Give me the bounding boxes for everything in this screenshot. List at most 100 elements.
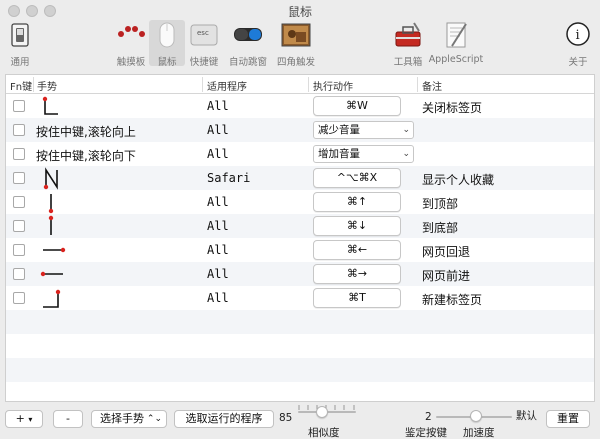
target-app: Safari	[207, 171, 251, 185]
add-gesture-button[interactable]: + ▾	[5, 410, 43, 428]
shortcut-recorder-button[interactable]: ⌘←	[313, 240, 401, 260]
info-icon: i	[562, 20, 594, 50]
fn-key-checkbox[interactable]	[13, 244, 25, 256]
fn-key-checkbox[interactable]	[13, 292, 25, 304]
gesture-description: 按住中键,滚轮向下	[36, 149, 136, 163]
row-note[interactable]: 网页回退	[422, 243, 470, 260]
toolbar-item-hot-corners[interactable]: 四角触发	[272, 20, 320, 68]
left-gesture-icon	[43, 247, 66, 253]
shortcut-recorder-button[interactable]: ⌘T	[313, 288, 401, 308]
hot-corners-icon	[280, 20, 312, 50]
target-app: All	[207, 195, 229, 209]
toolbar-item-shortcuts[interactable]: esc 快捷键	[186, 20, 222, 68]
gesture-table[interactable]: Fn键 手势 适用程序 执行动作 备注 All ⌘W 关闭标签页按住中键,滚轮向上 A…	[5, 74, 595, 402]
column-header-action[interactable]: 执行动作	[313, 78, 353, 93]
down-right-gesture-icon	[42, 96, 58, 115]
toolbar-item-about[interactable]: i 关于	[562, 20, 594, 68]
table-row[interactable]: 按住中键,滚轮向上 All 减少音量 ⌄	[6, 118, 594, 142]
table-row[interactable]: All ⌘→ 网页前进	[6, 262, 594, 286]
similarity-value: 85	[279, 412, 293, 424]
target-app: All	[207, 291, 229, 305]
table-row[interactable]: All ⌘← 网页回退	[6, 238, 594, 262]
shortcut-recorder-button[interactable]: ⌘↑	[313, 192, 401, 212]
toolbar-item-trackpad[interactable]: 触摸板	[112, 20, 150, 68]
toggle-switch-icon	[232, 20, 264, 50]
table-row[interactable]: All ⌘T 新建标签页	[6, 286, 594, 310]
toolbar-item-auto-window[interactable]: 自动跳窗	[224, 20, 272, 68]
speed-label: 加速度	[463, 427, 495, 439]
row-note[interactable]: 显示个人收藏	[422, 171, 494, 188]
remove-gesture-button[interactable]: -	[53, 410, 83, 428]
esc-key-icon: esc	[188, 20, 220, 50]
fn-key-checkbox[interactable]	[13, 220, 25, 232]
fn-key-checkbox[interactable]	[13, 196, 25, 208]
empty-table-row	[6, 334, 594, 358]
fn-key-checkbox[interactable]	[13, 172, 25, 184]
shortcut-recorder-button[interactable]: ^⌥⌘X	[313, 168, 401, 188]
action-select[interactable]: 减少音量 ⌄	[313, 121, 414, 139]
shortcut-recorder-button[interactable]: ⌘↓	[313, 216, 401, 236]
fn-key-checkbox[interactable]	[13, 268, 25, 280]
shortcut-recorder-button[interactable]: ⌘→	[313, 264, 401, 284]
row-note[interactable]: 关闭标签页	[422, 99, 482, 116]
toolbar-item-mouse[interactable]: 鼠标	[149, 20, 185, 68]
column-header-gesture[interactable]: 手势	[37, 78, 57, 93]
fn-key-checkbox[interactable]	[13, 100, 25, 112]
table-row[interactable]: 按住中键,滚轮向下 All 增加音量 ⌄	[6, 142, 594, 166]
chevron-down-icon: ⌄	[402, 125, 410, 135]
toolbar-item-toolbox[interactable]: 工具箱	[390, 20, 426, 68]
select-chevron-icon: ⌃⌄	[146, 414, 162, 424]
trackpad-dots-icon	[115, 20, 147, 50]
empty-table-row	[6, 358, 594, 382]
gesture-description: 按住中键,滚轮向上	[36, 125, 136, 139]
bottom-bar: + ▾ - 选择手势 ⌃⌄ 选取运行的程序 85 相似度 2 鉴定按键 默认 加…	[0, 404, 600, 439]
empty-table-row	[6, 310, 594, 334]
fn-key-checkbox[interactable]	[13, 124, 25, 136]
chevron-down-icon: ⌄	[402, 149, 410, 159]
choose-running-app-button[interactable]: 选取运行的程序	[174, 410, 274, 428]
toolbar-item-applescript[interactable]: AppleScript	[428, 20, 484, 65]
table-header: Fn键 手势 适用程序 执行动作 备注	[6, 75, 594, 94]
toolbox-icon	[392, 20, 424, 50]
row-note[interactable]: 到顶部	[422, 195, 458, 212]
row-note[interactable]: 到底部	[422, 219, 458, 236]
preferences-window: 鼠标 通用 触摸板 鼠标 esc 快捷键 自动跳窗 四角触发 工具箱 Apple…	[0, 0, 600, 439]
column-header-fn[interactable]: Fn键	[10, 78, 32, 93]
target-app: All	[207, 219, 229, 233]
default-label: 默认	[516, 410, 537, 422]
up-left-gesture-icon	[43, 289, 61, 308]
key-value: 2	[425, 411, 432, 423]
similarity-label: 相似度	[308, 427, 340, 439]
right-gesture-icon	[40, 271, 63, 277]
target-app: All	[207, 123, 229, 137]
applescript-icon	[440, 20, 472, 50]
column-header-note[interactable]: 备注	[422, 78, 442, 93]
dropdown-arrow-icon: ▾	[28, 415, 33, 424]
column-header-app[interactable]: 适用程序	[207, 78, 247, 93]
shortcut-recorder-button[interactable]: ⌘W	[313, 96, 401, 116]
n-zigzag-gesture-icon	[43, 167, 58, 190]
row-note[interactable]: 新建标签页	[422, 291, 482, 308]
target-app: All	[207, 267, 229, 281]
speed-slider-knob[interactable]	[470, 410, 482, 422]
choose-gesture-select[interactable]: 选择手势 ⌃⌄	[91, 410, 167, 428]
table-row[interactable]: All ⌘↓ 到底部	[6, 214, 594, 238]
general-switch-icon	[4, 20, 36, 50]
up-gesture-icon	[48, 194, 54, 214]
table-row[interactable]: Safari ^⌥⌘X 显示个人收藏	[6, 166, 594, 190]
svg-text:esc: esc	[197, 29, 209, 37]
table-row[interactable]: All ⌘W 关闭标签页	[6, 94, 594, 118]
reset-button[interactable]: 重置	[546, 410, 590, 428]
toolbar-item-general[interactable]: 通用	[4, 20, 36, 68]
target-app: All	[207, 147, 229, 161]
similarity-slider-knob[interactable]	[316, 406, 328, 418]
fn-key-checkbox[interactable]	[13, 148, 25, 160]
window-title: 鼠标	[287, 5, 312, 19]
table-row[interactable]: All ⌘↑ 到顶部	[6, 190, 594, 214]
svg-text:i: i	[576, 28, 580, 43]
action-select[interactable]: 增加音量 ⌄	[313, 145, 414, 163]
down-gesture-icon	[48, 215, 54, 235]
empty-table-row	[6, 382, 594, 401]
row-note[interactable]: 网页前进	[422, 267, 470, 284]
target-app: All	[207, 243, 229, 257]
